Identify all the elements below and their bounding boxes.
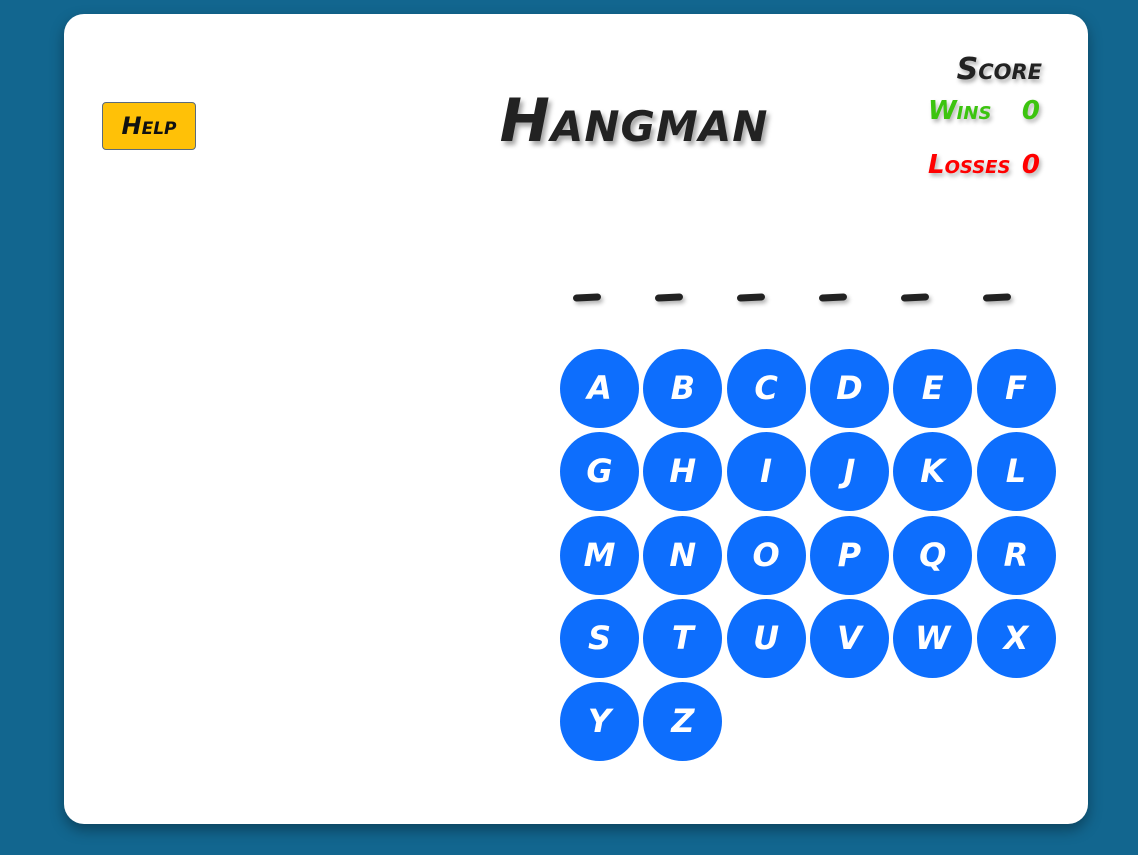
letter-button-a[interactable]: A bbox=[560, 349, 639, 428]
score-heading: Score bbox=[956, 52, 1042, 87]
letter-button-i[interactable]: I bbox=[726, 432, 806, 512]
wins-label: Wins bbox=[928, 96, 992, 126]
letter-button-g[interactable]: G bbox=[560, 432, 639, 512]
letter-button-z[interactable]: Z bbox=[643, 682, 723, 762]
letter-keyboard: ABCDEF GHIJKL MNOPQR STUVWX YZ bbox=[560, 349, 1060, 769]
letter-blank bbox=[982, 293, 1012, 302]
losses-label: Losses bbox=[928, 150, 1011, 180]
wins-row: Wins 0 bbox=[928, 96, 1040, 126]
letter-blank bbox=[572, 293, 602, 302]
losses-row: Losses 0 bbox=[928, 150, 1040, 180]
letter-blank bbox=[818, 293, 848, 302]
word-blanks bbox=[572, 293, 1023, 314]
letter-blank bbox=[736, 293, 766, 302]
help-button[interactable]: Help bbox=[102, 102, 196, 150]
letter-blank bbox=[654, 293, 684, 302]
letter-button-b[interactable]: B bbox=[643, 349, 723, 428]
losses-value: 0 bbox=[1021, 150, 1040, 180]
letter-button-s[interactable]: S bbox=[560, 598, 639, 678]
letter-button-x[interactable]: X bbox=[976, 598, 1056, 678]
letter-button-e[interactable]: E bbox=[893, 349, 973, 428]
letter-button-c[interactable]: C bbox=[726, 349, 806, 428]
letter-button-d[interactable]: D bbox=[809, 349, 889, 428]
letter-button-t[interactable]: T bbox=[643, 598, 723, 678]
letter-button-o[interactable]: O bbox=[726, 515, 806, 595]
letter-button-r[interactable]: R bbox=[976, 515, 1056, 595]
letter-button-w[interactable]: W bbox=[893, 598, 973, 678]
letter-button-u[interactable]: U bbox=[726, 598, 806, 678]
letter-button-v[interactable]: V bbox=[809, 598, 889, 678]
game-card: Help Hangman Score Wins 0 Losses 0 ABCDE… bbox=[64, 14, 1088, 824]
letter-button-q[interactable]: Q bbox=[893, 515, 973, 595]
letter-button-j[interactable]: J bbox=[809, 432, 889, 512]
letter-button-n[interactable]: N bbox=[643, 515, 723, 595]
game-title: Hangman bbox=[499, 86, 769, 156]
letter-button-p[interactable]: P bbox=[809, 515, 889, 595]
letter-blank bbox=[900, 293, 930, 302]
wins-value: 0 bbox=[1021, 96, 1040, 126]
letter-button-k[interactable]: K bbox=[893, 432, 973, 512]
letter-button-l[interactable]: L bbox=[976, 432, 1056, 512]
letter-button-h[interactable]: H bbox=[643, 432, 723, 512]
letter-button-m[interactable]: M bbox=[560, 515, 639, 595]
letter-button-y[interactable]: Y bbox=[560, 682, 639, 762]
letter-button-f[interactable]: F bbox=[976, 349, 1056, 428]
